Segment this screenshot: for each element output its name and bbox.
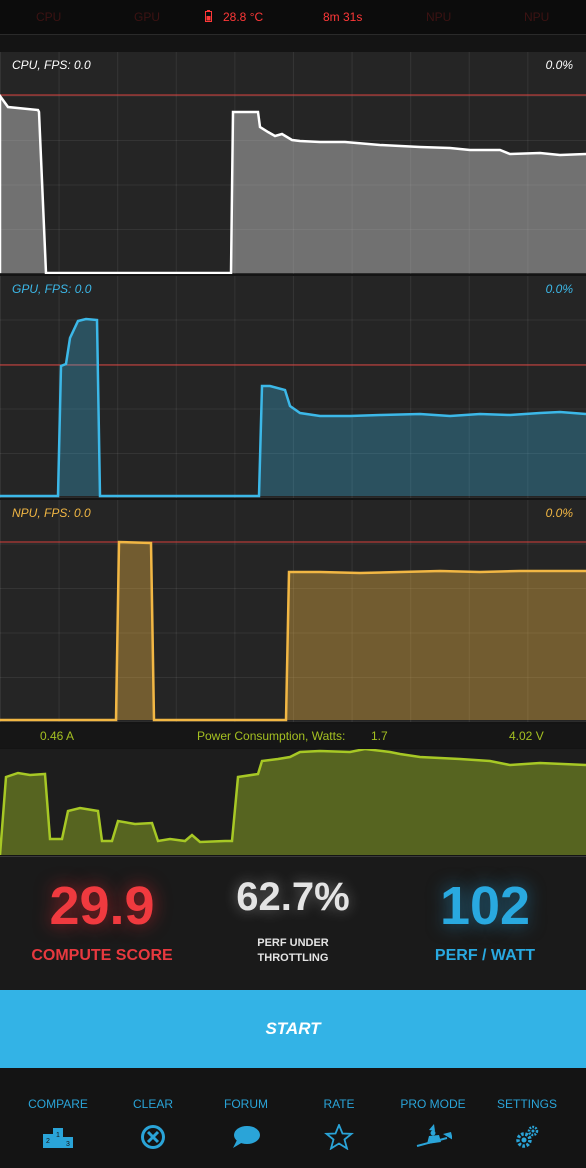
npu-graph-area	[116, 542, 586, 720]
gpu-graph-panel: GPU, FPS: 0.0 0.0%	[0, 276, 586, 498]
power-consumption-label: Power Consumption, Watts:	[197, 729, 346, 743]
nav-forum-label: FORUM	[224, 1097, 268, 1111]
score-summary: 29.9 COMPUTE SCORE 62.7% PERF UNDER THRO…	[0, 856, 586, 991]
perf-under-throttling-label: PERF UNDER THROTTLING	[194, 936, 392, 966]
compute-score-label: COMPUTE SCORE	[31, 947, 173, 964]
nav-clear[interactable]: CLEAR	[104, 1068, 202, 1168]
gpu-fps-label: GPU, FPS: 0.0	[12, 282, 91, 296]
status-bar: CPU GPU 28.8 °C 8m 31s NPU NPU	[0, 0, 586, 35]
cpu-fps-value: 0.0	[74, 58, 91, 72]
power-watts-value: 1.7	[371, 729, 388, 743]
svg-text:2: 2	[46, 1138, 50, 1145]
speech-bubble-icon	[233, 1126, 260, 1148]
npu-fps-value: 0.0	[74, 506, 91, 520]
status-cpu: CPU	[36, 10, 62, 24]
gpu-percent: 0.0%	[545, 282, 573, 296]
star-icon	[324, 1124, 354, 1150]
power-graph	[0, 749, 586, 855]
cpu-graph-panel: CPU, FPS: 0.0 0.0%	[0, 52, 586, 274]
power-graph-panel	[0, 749, 586, 855]
cpu-graph	[0, 93, 586, 274]
power-consumption-row: 0.46 A Power Consumption, Watts: 1.7 4.0…	[0, 724, 586, 748]
witch-icon	[416, 1124, 452, 1147]
nav-forum[interactable]: FORUM	[197, 1068, 295, 1168]
status-npu: NPU	[426, 10, 452, 24]
status-elapsed-time: 8m 31s	[323, 10, 363, 24]
podium-icon: 1 2 3	[43, 1128, 73, 1148]
gears-icon	[516, 1125, 539, 1148]
status-npu-2: NPU	[524, 10, 550, 24]
nav-rate-label: RATE	[323, 1097, 355, 1111]
status-gpu: GPU	[134, 10, 161, 24]
cpu-fps-label-text: CPU, FPS:	[12, 58, 71, 72]
compute-score-value: 29.9	[49, 876, 155, 936]
nav-settings-label: SETTINGS	[496, 1097, 557, 1111]
npu-graph	[0, 540, 586, 722]
nav-pro-mode-label: PRO MODE	[400, 1097, 466, 1111]
cpu-fps-label: CPU, FPS: 0.0	[12, 58, 91, 72]
nav-settings[interactable]: SETTINGS	[478, 1068, 576, 1168]
npu-graph-panel: NPU, FPS: 0.0 0.0%	[0, 500, 586, 722]
start-button[interactable]: START	[0, 990, 586, 1068]
status-temperature: 28.8 °C	[223, 10, 264, 24]
npu-fps-label-text: NPU, FPS:	[12, 506, 71, 520]
bottom-navigation: COMPARE 1 2 3 CLEAR FORUM RATE PRO MODE	[0, 1068, 586, 1168]
perf-under-throttling-value: 62.7%	[236, 875, 350, 919]
nav-compare-label: COMPARE	[28, 1097, 88, 1111]
nav-clear-label: CLEAR	[132, 1097, 173, 1111]
clear-circle-icon	[141, 1125, 165, 1149]
nav-compare[interactable]: COMPARE 1 2 3	[9, 1068, 107, 1168]
npu-percent: 0.0%	[545, 506, 573, 520]
perf-per-watt-value: 102	[439, 876, 531, 936]
cpu-percent: 0.0%	[545, 58, 573, 72]
power-graph-area	[0, 749, 586, 855]
perf-per-watt-label: PERF / WATT	[434, 947, 536, 964]
throttling-label-line-1: PERF UNDER	[257, 937, 329, 949]
npu-fps-label: NPU, FPS: 0.0	[12, 506, 91, 520]
gpu-fps-value: 0.0	[74, 282, 92, 296]
power-voltage: 4.02 V	[509, 729, 544, 743]
gpu-graph	[0, 317, 586, 498]
gpu-fps-label-text: GPU, FPS:	[12, 282, 72, 296]
svg-text:1: 1	[56, 1132, 60, 1139]
cpu-graph-area	[0, 96, 586, 273]
gpu-graph-area	[58, 319, 586, 496]
power-current: 0.46 A	[40, 729, 75, 743]
throttling-label-line-2: THROTTLING	[257, 952, 329, 964]
battery-icon	[205, 10, 212, 22]
svg-text:3: 3	[66, 1141, 70, 1148]
nav-pro-mode[interactable]: PRO MODE	[384, 1068, 482, 1168]
nav-rate[interactable]: RATE	[290, 1068, 388, 1168]
